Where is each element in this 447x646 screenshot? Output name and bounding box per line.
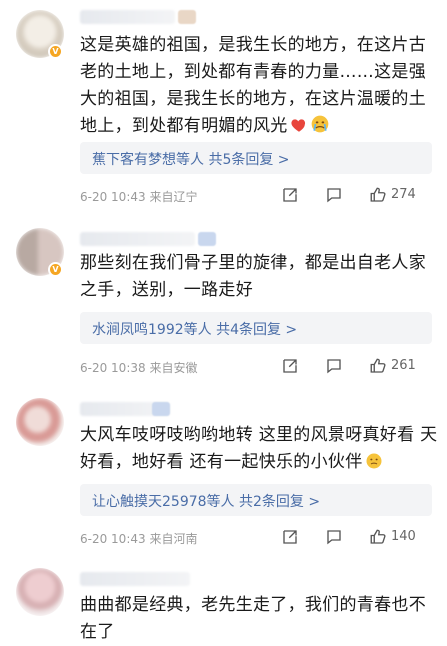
level-badge-icon	[178, 10, 196, 24]
comment-meta: 6-20 10:43 来自河南	[80, 532, 198, 546]
comment-icon[interactable]	[325, 528, 343, 546]
comment-meta: 6-20 10:38 来自安徽	[80, 361, 198, 375]
like-icon[interactable]	[369, 528, 387, 546]
heart-icon	[290, 116, 308, 134]
reply-summary-text: 让心触摸天25978等人 共2条回复 >	[92, 494, 321, 510]
username[interactable]	[80, 232, 195, 246]
share-icon[interactable]	[281, 186, 299, 204]
reply-summary[interactable]: 让心触摸天25978等人 共2条回复 >	[80, 484, 432, 516]
share-icon[interactable]	[281, 357, 299, 375]
like-icon[interactable]	[369, 357, 387, 375]
comment-text: 大风车吱呀吱哟哟地转 这里的风景呀真好看 天好看，地好看 还有一起快乐的小伙伴	[80, 425, 438, 472]
share-icon[interactable]	[281, 528, 299, 546]
like-count: 274	[391, 187, 416, 202]
avatar[interactable]	[16, 568, 64, 616]
comment-meta: 6-20 10:43 来自辽宁	[80, 190, 198, 204]
avatar[interactable]	[16, 398, 64, 446]
like-icon[interactable]	[369, 186, 387, 204]
level-badge-icon	[152, 402, 170, 416]
verified-badge-icon: V	[48, 262, 63, 277]
verified-badge-icon: V	[48, 44, 63, 59]
comment-actions: 274	[281, 186, 431, 206]
comment-text: 这是英雄的祖国，是我生长的地方，在这片古老的土地上，到处都有青春的力量……这是强…	[80, 35, 426, 136]
reply-summary[interactable]: 水涧凤鸣1992等人 共4条回复 >	[80, 312, 432, 344]
like-count: 140	[391, 529, 416, 544]
comment-icon[interactable]	[325, 186, 343, 204]
reply-summary-text: 水涧凤鸣1992等人 共4条回复 >	[92, 322, 298, 338]
comment-text: 曲曲都是经典，老先生走了，我们的青春也不在了	[80, 595, 426, 642]
reply-summary-text: 蕉下客有梦想等人 共5条回复 >	[92, 152, 290, 168]
level-badge-icon	[198, 232, 216, 246]
sad-face-icon	[365, 452, 383, 470]
comment-icon[interactable]	[325, 357, 343, 375]
like-count: 261	[391, 358, 416, 373]
comment-text: 那些刻在我们骨子里的旋律，都是出自老人家之手，送别，一路走好	[80, 253, 426, 300]
reply-summary[interactable]: 蕉下客有梦想等人 共5条回复 >	[80, 142, 432, 174]
username[interactable]	[80, 10, 175, 24]
username[interactable]	[80, 572, 190, 586]
comment-actions: 261	[281, 357, 431, 377]
crying-face-icon	[310, 114, 328, 133]
comment-actions: 140	[281, 528, 431, 548]
